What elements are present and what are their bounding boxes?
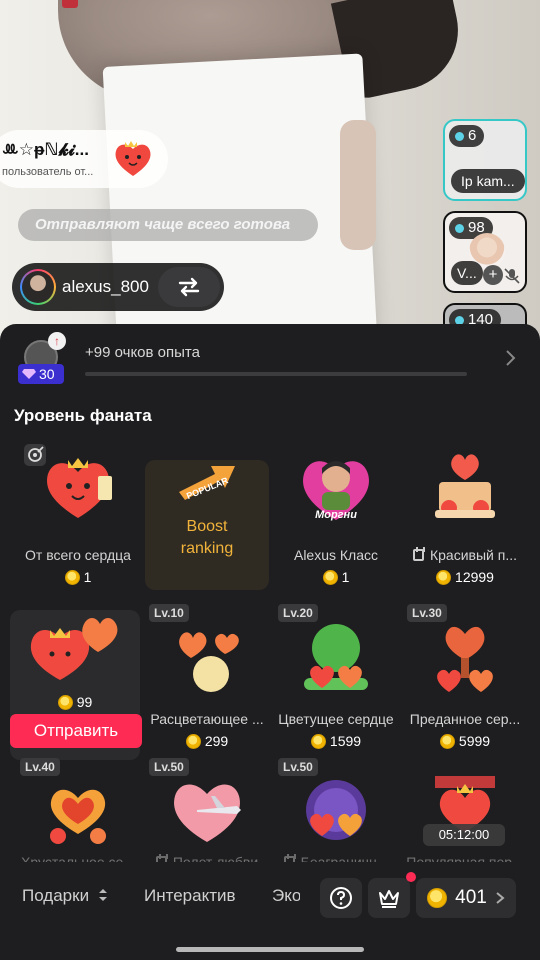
popular-arrow-icon: POPULAR — [179, 466, 235, 501]
sort-arrows-icon — [98, 889, 107, 901]
home-indicator[interactable] — [176, 947, 364, 952]
gift-price: 5999 — [403, 733, 527, 749]
help-button[interactable] — [320, 878, 362, 918]
coin-icon — [310, 733, 326, 749]
coin-balance-button[interactable]: 401 — [416, 878, 516, 918]
guest-user-pill[interactable]: alexus_800 — [12, 263, 224, 311]
add-icon[interactable]: + — [483, 265, 503, 285]
chevron-right-icon — [496, 892, 505, 904]
level-up-icon: ↑ — [48, 332, 66, 350]
coin-icon — [57, 694, 73, 710]
gift-timer: 05:12:00 — [423, 824, 505, 846]
guest-card-label: Ip kam... — [451, 169, 525, 193]
heart-gift-art — [47, 458, 112, 518]
coin-icon — [185, 733, 201, 749]
guest-card-label: V... — [451, 261, 483, 285]
gift-name: Расцветающее ... — [150, 711, 264, 727]
gift-item[interactable]: Lv.10 Расцветающее ... 299 — [145, 602, 269, 752]
gift-panel: ↑ 30 +99 очков опыта Уровень фаната От в… — [0, 324, 540, 960]
gift-price: 299 — [145, 733, 269, 749]
palace-heart-gift-art — [435, 454, 495, 518]
gift-price: 99 — [10, 694, 140, 710]
xp-progress-bar — [85, 372, 467, 376]
avatar-heart-gift-art: Моргни — [303, 461, 369, 521]
coin-icon — [436, 569, 452, 585]
gift-item[interactable]: Lv.40 Хрустальное се... — [16, 756, 140, 870]
tab-interactive[interactable]: Интерактив — [144, 886, 236, 906]
gift-item[interactable]: Lv.50 Беаграничн... — [274, 756, 398, 870]
gift-item[interactable]: Моргни Alexus Класс 1 — [274, 438, 398, 588]
guest-username: alexus_800 — [62, 277, 149, 296]
mic-muted-icon — [504, 268, 520, 284]
gift-price: 12999 — [403, 569, 527, 585]
question-icon — [330, 887, 352, 909]
tab-more[interactable]: Эко — [272, 886, 300, 906]
gift-item[interactable]: Lv.50 Полет любви — [145, 756, 269, 870]
tab-gifts[interactable]: Подарки — [22, 886, 108, 906]
viewer-count: 6 — [449, 125, 485, 147]
green-heart-tree-gift-art — [304, 624, 368, 690]
heart-gift-icon — [115, 141, 151, 176]
video-hand — [340, 120, 376, 250]
swap-button[interactable] — [158, 267, 220, 307]
lock-icon — [412, 547, 425, 561]
gift-item[interactable]: Lv.20 Цветущее сердце 1599 — [274, 602, 398, 752]
coin-icon — [439, 733, 455, 749]
coin-icon — [427, 888, 448, 908]
boost-ranking-item[interactable]: POPULAR Boost ranking — [145, 460, 269, 590]
xp-text: +99 очков опыта — [85, 344, 200, 361]
flight-of-love-gift-art — [174, 784, 241, 842]
gift-name: Преданное сер... — [409, 711, 521, 727]
gift-notification-pill[interactable]: ꔛ☆ᵽℕ𝓴𝓲... пользователь от... — [0, 130, 168, 188]
guest-card[interactable]: 6 Ip kam... — [443, 119, 527, 201]
swap-arrows-icon — [178, 277, 200, 297]
notification-subtitle: пользователь от... — [2, 166, 94, 178]
gift-item[interactable]: Красивый п... 12999 — [403, 438, 527, 588]
chevron-right-icon[interactable] — [500, 348, 520, 368]
gift-price: 1 — [16, 569, 140, 585]
hearts-couple-gift-art — [30, 618, 118, 680]
notification-username: ꔛ☆ᵽℕ𝓴𝓲... — [2, 140, 89, 159]
blooming-heart-gift-art — [179, 632, 239, 692]
gift-item[interactable]: Lv.30 Преданное сер... 5999 — [403, 602, 527, 752]
gift-name: Красивый п... — [403, 547, 527, 563]
guest-avatar[interactable] — [20, 269, 56, 305]
coin-icon — [322, 569, 338, 585]
boost-ranking-label: Boost ranking — [180, 518, 234, 557]
devoted-heart-gift-art — [437, 626, 493, 692]
guest-card[interactable]: 98 V... + — [443, 211, 527, 293]
video-red-object — [62, 0, 78, 8]
gift-item-selected[interactable]: 99 Отправить — [10, 610, 142, 760]
gift-panel-bottom-bar: Подарки Интерактив Эко 401 — [0, 862, 540, 934]
coin-icon — [64, 569, 80, 585]
gift-price: 1599 — [274, 733, 398, 749]
section-title: Уровень фаната — [14, 406, 152, 425]
send-button[interactable]: Отправить — [10, 714, 142, 748]
svg-text:Моргни: Моргни — [315, 509, 357, 521]
fan-xp-row[interactable]: ↑ 30 +99 очков опыта — [0, 324, 540, 388]
crown-icon — [379, 890, 399, 908]
gift-item[interactable]: От всего сердца 1 — [16, 438, 140, 588]
gift-name: От всего сердца — [25, 547, 131, 563]
boundless-heart-gift-art — [306, 780, 366, 840]
notification-dot — [406, 872, 416, 882]
chat-message-pill: Отправляют чаще всего готова — [18, 209, 318, 241]
crystal-heart-gift-art — [50, 789, 106, 844]
gift-name: Alexus Класс — [293, 547, 379, 563]
coin-balance: 401 — [417, 887, 515, 909]
gift-price: 1 — [274, 569, 398, 585]
gift-item[interactable]: 05:12:00 Популярная пер... — [403, 756, 527, 870]
gift-name: Цветущее сердце — [278, 711, 394, 727]
diamond-icon — [22, 369, 36, 379]
fan-level-badge: 30 — [18, 364, 64, 384]
crown-button[interactable] — [368, 872, 416, 918]
